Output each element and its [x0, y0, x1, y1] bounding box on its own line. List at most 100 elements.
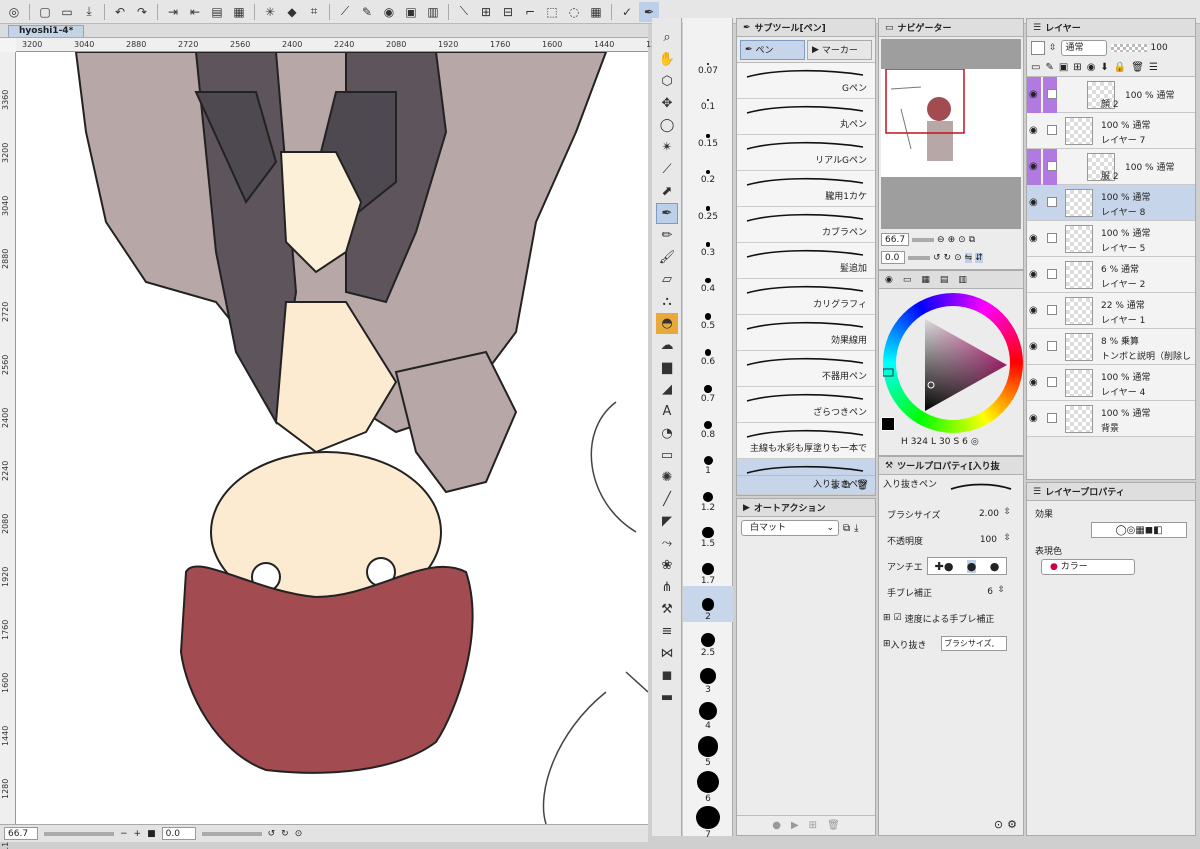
3d-tool-icon[interactable]: ⬡: [656, 71, 678, 92]
color-triangle[interactable]: [883, 293, 1023, 433]
flip-h-icon[interactable]: ⇋: [964, 252, 973, 263]
mask-icon[interactable]: ◉: [379, 2, 399, 22]
layer-row[interactable]: ◉ 100 % 通常 レイヤー 5: [1027, 221, 1195, 257]
brush-item[interactable]: カブラペン: [737, 207, 875, 243]
rotation-slider[interactable]: [201, 831, 262, 836]
lasso-icon[interactable]: ◌: [564, 2, 584, 22]
transparency-icon[interactable]: ▦: [229, 2, 249, 22]
auto-select-tool-icon[interactable]: ✴: [656, 137, 678, 158]
reset-rotation-icon[interactable]: ⊙: [295, 829, 303, 839]
navigator-angle[interactable]: 0.0: [881, 251, 905, 264]
layer-lock-checkbox[interactable]: [1047, 89, 1057, 99]
figure-tool-icon[interactable]: ◢: [656, 379, 678, 400]
eye-icon[interactable]: ◉: [1029, 233, 1041, 245]
eye-icon[interactable]: ◉: [1029, 413, 1041, 425]
layer-lock-checkbox[interactable]: [1047, 233, 1057, 243]
brush-item[interactable]: 髪追加: [737, 243, 875, 279]
menu-icon[interactable]: ☰: [1149, 62, 1158, 73]
drawing-canvas[interactable]: [16, 52, 648, 824]
pen-icon[interactable]: ✎: [357, 2, 377, 22]
brush-item[interactable]: 朧用1カケ: [737, 171, 875, 207]
new-folder-icon[interactable]: ▣: [1059, 62, 1068, 73]
rotate-right-icon[interactable]: ↻: [944, 253, 952, 263]
wrench-icon[interactable]: ⚙: [1007, 818, 1017, 831]
taper-select[interactable]: ブラシサイズ,: [941, 636, 1007, 651]
zoom-slider[interactable]: [44, 831, 114, 836]
eye-icon[interactable]: ◉: [1029, 305, 1041, 317]
auto-action-select[interactable]: 白マット ⌄: [741, 520, 839, 536]
brush-size-option[interactable]: 1.7: [683, 550, 733, 586]
rotate-right-icon[interactable]: ↻: [281, 829, 289, 839]
merge-icon[interactable]: ⬇: [1100, 62, 1108, 73]
brush-size-option[interactable]: 0.2: [683, 149, 733, 185]
brush-item[interactable]: カリグラフィ: [737, 279, 875, 315]
brush-size-option[interactable]: 0.7: [683, 368, 733, 404]
layer-opacity[interactable]: 100: [1151, 43, 1168, 53]
layer-lock-checkbox[interactable]: [1047, 161, 1057, 171]
stroke-icon[interactable]: ✓: [617, 2, 637, 22]
trash-icon[interactable]: 🗑: [827, 820, 840, 831]
copy-icon[interactable]: ⧉: [843, 523, 850, 534]
clock-icon[interactable]: ⊙: [994, 818, 1003, 831]
print-icon[interactable]: ▤: [207, 2, 227, 22]
lines-tool-icon[interactable]: ≡: [656, 621, 678, 642]
layer-row[interactable]: ◉ 100 % 通常 レイヤー 7: [1027, 113, 1195, 149]
layer-row[interactable]: ◉ 100 % 通常 レイヤー 8: [1027, 185, 1195, 221]
new-tone-icon[interactable]: ⊞: [1073, 62, 1081, 73]
eye-icon[interactable]: ◉: [1029, 125, 1041, 137]
effect-buttons[interactable]: ◯◎▦◼◧: [1091, 522, 1187, 538]
color-wheel-tab-icon[interactable]: ◉: [885, 275, 893, 285]
brush-item[interactable]: 不器用ペン: [737, 351, 875, 387]
balloon-tool-icon[interactable]: ◔: [656, 423, 678, 444]
brush-size-option[interactable]: 0.8: [683, 404, 733, 440]
brush-size-option[interactable]: 1.5: [683, 513, 733, 549]
save-icon[interactable]: ⤓: [79, 2, 99, 22]
hand-tool-icon[interactable]: ✋: [656, 49, 678, 70]
grass-tool-icon[interactable]: ⋔: [656, 577, 678, 598]
selection-icon[interactable]: ✳: [260, 2, 280, 22]
blend-mode-select[interactable]: 通常: [1060, 40, 1107, 56]
intermediate-tab-icon[interactable]: ▥: [958, 275, 967, 285]
download-icon[interactable]: ⤓: [833, 480, 837, 491]
layer-lock-checkbox[interactable]: [1047, 269, 1057, 279]
effect-line-tool-icon[interactable]: ✺: [656, 467, 678, 488]
layer-row[interactable]: ◉ 100 % 通常 背景: [1027, 401, 1195, 437]
layer-lock-checkbox[interactable]: [1047, 341, 1057, 351]
ruler-icon[interactable]: ⟍: [454, 2, 474, 22]
rotate-left-icon[interactable]: ↺: [933, 253, 941, 263]
color-swatch-icon[interactable]: ◼: [656, 665, 678, 686]
brush-size-option[interactable]: 0.07: [683, 40, 733, 76]
blend-tool-icon[interactable]: ⛬: [656, 291, 678, 312]
tab-pen[interactable]: ✒ ペン: [740, 39, 805, 60]
brush-size-option[interactable]: 1.2: [683, 477, 733, 513]
brush-size-option[interactable]: 2.5: [683, 622, 733, 658]
zoom-in-icon[interactable]: +: [134, 829, 142, 839]
grid-icon[interactable]: ⊞: [476, 2, 496, 22]
zoom-out-icon[interactable]: ⊖: [937, 235, 945, 245]
new-file-icon[interactable]: ▢: [35, 2, 55, 22]
eye-icon[interactable]: ◉: [1029, 89, 1041, 101]
correction-tool-icon[interactable]: ⤳: [656, 533, 678, 554]
guide-icon[interactable]: ⊟: [498, 2, 518, 22]
layer-row[interactable]: ◉ 6 % 通常 レイヤー 2: [1027, 257, 1195, 293]
redo-icon[interactable]: ↷: [132, 2, 152, 22]
layer-row[interactable]: ◉8 % 乗算トンボと説明（削除して: [1027, 329, 1195, 375]
stop-icon[interactable]: ■: [147, 829, 156, 839]
tab-marker[interactable]: ▶ マーカー: [807, 39, 872, 60]
export-icon[interactable]: ⇥: [163, 2, 183, 22]
open-folder-icon[interactable]: ▭: [57, 2, 77, 22]
brush-item[interactable]: ざらつきペン: [737, 387, 875, 423]
layer-lock-checkbox[interactable]: [1047, 305, 1057, 315]
frame-tool-icon[interactable]: ▭: [656, 445, 678, 466]
zoom-out-icon[interactable]: −: [120, 829, 128, 839]
main-color-swatch[interactable]: [881, 417, 895, 431]
rotation-value[interactable]: 0.0: [161, 827, 196, 840]
color-wheel[interactable]: [883, 293, 1023, 433]
zoom-slider[interactable]: [912, 237, 935, 242]
navigator-zoom[interactable]: 66.7: [881, 233, 910, 246]
brush-size-option[interactable]: 3: [683, 659, 733, 695]
stepper-icon[interactable]: ⇳: [1003, 533, 1011, 543]
pattern-tool-icon[interactable]: ⚒: [656, 599, 678, 620]
layer-row[interactable]: ◉ 100 % 通常服 2: [1027, 149, 1195, 185]
brush-item[interactable]: リアルGペン: [737, 135, 875, 171]
